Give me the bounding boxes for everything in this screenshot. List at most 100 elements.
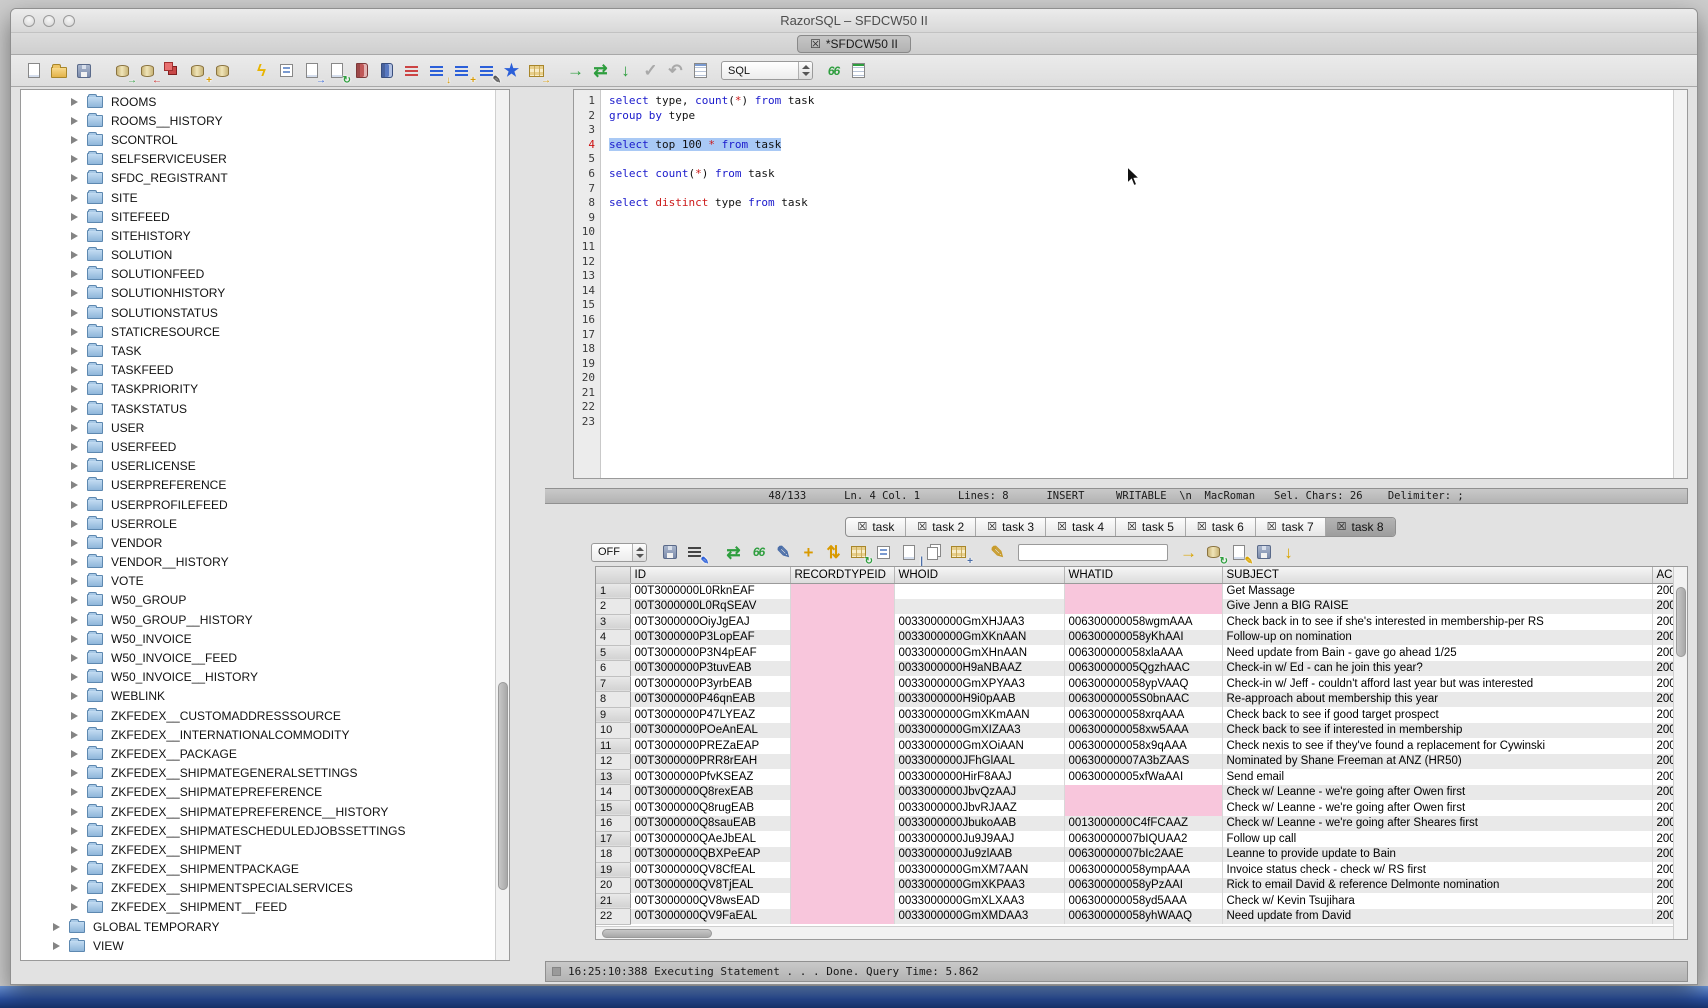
- execute-statement-icon[interactable]: →: [564, 58, 587, 84]
- tree-item[interactable]: USERROLE: [21, 514, 509, 533]
- cell-subject[interactable]: Check w/ Leanne - we're going after Owen…: [1222, 785, 1652, 801]
- table-vscrollbar-thumb[interactable]: [1676, 587, 1686, 657]
- tree-item[interactable]: W50_INVOICE__FEED: [21, 648, 509, 667]
- cell-subject[interactable]: Give Jenn a BIG RAISE: [1222, 599, 1652, 615]
- disclosure-triangle-icon[interactable]: [71, 385, 78, 393]
- tree-item[interactable]: ZKFEDEX__SHIPMATEPREFERENCE: [21, 783, 509, 802]
- cell-recordtypeid[interactable]: [790, 754, 894, 770]
- cell-id[interactable]: 00T3000000Q8rexEAB: [630, 785, 790, 801]
- close-icon[interactable]: ☒: [987, 522, 997, 533]
- cell-ac[interactable]: 200: [1652, 769, 1674, 785]
- editor-line[interactable]: 9: [574, 211, 1687, 226]
- tree-item[interactable]: WEBLINK: [21, 687, 509, 706]
- tree-item[interactable]: VENDOR__HISTORY: [21, 553, 509, 572]
- table-row[interactable]: 2000T3000000QV8TjEAL0033000000GmXKPAA300…: [596, 878, 1674, 894]
- open-file-icon[interactable]: [47, 58, 70, 84]
- close-icon[interactable]: ☒: [1267, 522, 1277, 533]
- cell-id[interactable]: 00T3000000Q8sauEAB: [630, 816, 790, 832]
- tree-item[interactable]: SITE: [21, 188, 509, 207]
- close-icon[interactable]: ☒: [1057, 522, 1067, 533]
- close-button[interactable]: [23, 15, 35, 27]
- tree-item[interactable]: ZKFEDEX__SHIPMENT__FEED: [21, 898, 509, 917]
- tree-item[interactable]: ZKFEDEX__SHIPMENT: [21, 840, 509, 859]
- cell-whoid[interactable]: 0033000000GmXHnAAN: [894, 645, 1064, 661]
- cell-ac[interactable]: 200: [1652, 800, 1674, 816]
- cell-recordtypeid[interactable]: [790, 831, 894, 847]
- tree-item[interactable]: VENDOR: [21, 533, 509, 552]
- column-header-subject[interactable]: SUBJECT: [1222, 567, 1652, 583]
- save-icon[interactable]: [72, 58, 95, 84]
- cell-id[interactable]: 00T3000000P46qnEAB: [630, 692, 790, 708]
- cell-whatid[interactable]: 006300000058xlaAAA: [1064, 645, 1222, 661]
- export-data-icon[interactable]: →: [300, 58, 323, 84]
- cell-whatid[interactable]: [1064, 599, 1222, 615]
- cell-whatid[interactable]: [1064, 800, 1222, 816]
- cell-whatid[interactable]: 00630000005QgzhAAC: [1064, 661, 1222, 677]
- tree-item[interactable]: USERPREFERENCE: [21, 476, 509, 495]
- cell-whatid[interactable]: 006300000058yhWAAQ: [1064, 909, 1222, 925]
- table-row[interactable]: 1600T3000000Q8sauEAB0033000000JbukoAAB00…: [596, 816, 1674, 832]
- editor-line[interactable]: 1select type, count(*) from task: [574, 94, 1687, 109]
- tree-item[interactable]: TASKFEED: [21, 361, 509, 380]
- cell-id[interactable]: 00T3000000QV9FaEAL: [630, 909, 790, 925]
- cell-ac[interactable]: 200: [1652, 754, 1674, 770]
- cell-whatid[interactable]: [1064, 785, 1222, 801]
- cell-recordtypeid[interactable]: [790, 676, 894, 692]
- sidebar-scrollbar-thumb[interactable]: [498, 682, 508, 891]
- tree-item[interactable]: W50_GROUP__HISTORY: [21, 610, 509, 629]
- sort-rows-icon[interactable]: ⇅: [822, 539, 845, 565]
- filter-results-icon[interactable]: ✎: [683, 539, 706, 565]
- cell-recordtypeid[interactable]: [790, 645, 894, 661]
- refresh-results-icon[interactable]: ⇄: [722, 539, 745, 565]
- disclosure-triangle-icon[interactable]: [71, 251, 78, 259]
- close-icon[interactable]: ☒: [1197, 522, 1207, 533]
- disclosure-triangle-icon[interactable]: [71, 577, 78, 585]
- cell-recordtypeid[interactable]: [790, 614, 894, 630]
- tree-item[interactable]: TASKSTATUS: [21, 399, 509, 418]
- disclosure-triangle-icon[interactable]: [53, 923, 60, 931]
- cell-ac[interactable]: 200: [1652, 707, 1674, 723]
- close-icon[interactable]: ☒: [1337, 522, 1347, 533]
- reload-table-icon[interactable]: ↻: [847, 539, 870, 565]
- cell-whatid[interactable]: 006300000058ypVAAQ: [1064, 676, 1222, 692]
- cell-id[interactable]: 00T3000000P3tuvEAB: [630, 661, 790, 677]
- cell-recordtypeid[interactable]: [790, 692, 894, 708]
- disclosure-triangle-icon[interactable]: [71, 501, 78, 509]
- editor-line[interactable]: 13: [574, 269, 1687, 284]
- result-tab[interactable]: ☒task 7: [1256, 518, 1326, 536]
- disclosure-triangle-icon[interactable]: [71, 347, 78, 355]
- insert-row-icon[interactable]: +: [797, 539, 820, 565]
- column-header-whatid[interactable]: WHATID: [1064, 567, 1222, 583]
- refresh-pages-icon[interactable]: ↻: [325, 58, 348, 84]
- cell-ac[interactable]: 200: [1652, 723, 1674, 739]
- disclosure-triangle-icon[interactable]: [71, 309, 78, 317]
- cell-whatid[interactable]: 00630000005xfWaAAI: [1064, 769, 1222, 785]
- cell-recordtypeid[interactable]: [790, 738, 894, 754]
- export-results-icon[interactable]: ↻: [1202, 539, 1225, 565]
- tree-item[interactable]: SITEFEED: [21, 207, 509, 226]
- cell-id[interactable]: 00T3000000QBXPeEAP: [630, 847, 790, 863]
- cell-whoid[interactable]: 0033000000JbukoAAB: [894, 816, 1064, 832]
- window-titlebar[interactable]: RazorSQL – SFDCW50 II: [11, 9, 1697, 33]
- editor-line[interactable]: 22: [574, 400, 1687, 415]
- table-hscrollbar[interactable]: [596, 926, 1673, 939]
- table-row[interactable]: 300T3000000OiyJgEAJ0033000000GmXHJAA3006…: [596, 614, 1674, 630]
- cell-recordtypeid[interactable]: [790, 599, 894, 615]
- results-mode-select[interactable]: OFF: [591, 543, 647, 562]
- disclosure-triangle-icon[interactable]: [71, 366, 78, 374]
- cell-subject[interactable]: Rick to email David & reference Delmonte…: [1222, 878, 1652, 894]
- disclosure-triangle-icon[interactable]: [71, 846, 78, 854]
- tree-item[interactable]: ZKFEDEX__SHIPMATEGENERALSETTINGS: [21, 764, 509, 783]
- statement-type-select[interactable]: SQL: [721, 61, 813, 80]
- disclosure-triangle-icon[interactable]: [71, 884, 78, 892]
- table-row[interactable]: 100T3000000L0RknEAFGet Massage200: [596, 583, 1674, 599]
- disclosure-triangle-icon[interactable]: [71, 788, 78, 796]
- favorites-star-icon[interactable]: ★: [500, 58, 523, 84]
- tree-item[interactable]: W50_INVOICE__HISTORY: [21, 668, 509, 687]
- table-row[interactable]: 200T3000000L0RqSEAVGive Jenn a BIG RAISE…: [596, 599, 1674, 615]
- cell-whoid[interactable]: 0033000000GmXPYAA3: [894, 676, 1064, 692]
- new-database-icon[interactable]: +: [186, 58, 209, 84]
- cell-whoid[interactable]: [894, 599, 1064, 615]
- disclosure-triangle-icon[interactable]: [71, 558, 78, 566]
- tree-item[interactable]: ROOMS: [21, 92, 509, 111]
